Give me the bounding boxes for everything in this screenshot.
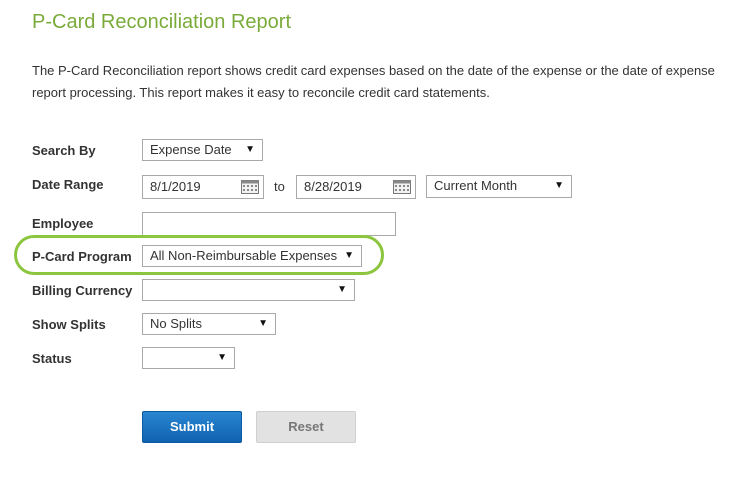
calendar-icon[interactable] <box>241 180 259 194</box>
chevron-down-icon: ▼ <box>344 250 354 261</box>
end-date-value: 8/28/2019 <box>304 179 362 194</box>
search-by-value: Expense Date <box>150 142 232 157</box>
employee-label: Employee <box>32 216 94 231</box>
end-date-field[interactable]: 8/28/2019 <box>296 175 416 199</box>
calendar-icon[interactable] <box>393 180 411 194</box>
status-select[interactable]: ▼ <box>142 347 235 369</box>
show-splits-label: Show Splits <box>32 317 106 332</box>
reset-button[interactable]: Reset <box>256 411 356 443</box>
show-splits-value: No Splits <box>150 316 203 331</box>
show-splits-select[interactable]: No Splits ▼ <box>142 313 276 335</box>
billing-currency-label: Billing Currency <box>32 283 133 298</box>
pcard-program-label: P-Card Program <box>32 249 132 264</box>
date-period-value: Current Month <box>434 178 518 193</box>
chevron-down-icon: ▼ <box>258 318 268 329</box>
date-range-label: Date Range <box>32 177 104 192</box>
pcard-program-value: All Non-Reimbursable Expenses <box>150 248 338 263</box>
search-by-select[interactable]: Expense Date ▼ <box>142 139 263 161</box>
chevron-down-icon: ▼ <box>337 284 347 295</box>
page-description: The P-Card Reconciliation report shows c… <box>32 63 715 100</box>
submit-button[interactable]: Submit <box>142 411 242 443</box>
employee-field[interactable] <box>142 212 396 236</box>
start-date-field[interactable]: 8/1/2019 <box>142 175 264 199</box>
date-range-to: to <box>274 179 285 194</box>
date-period-select[interactable]: Current Month ▼ <box>426 175 572 198</box>
chevron-down-icon: ▼ <box>554 180 564 191</box>
pcard-program-select[interactable]: All Non-Reimbursable Expenses ▼ <box>142 245 362 267</box>
start-date-value: 8/1/2019 <box>150 179 201 194</box>
chevron-down-icon: ▼ <box>217 352 227 363</box>
chevron-down-icon: ▼ <box>245 144 255 155</box>
billing-currency-select[interactable]: ▼ <box>142 279 355 301</box>
status-label: Status <box>32 351 72 366</box>
search-by-label: Search By <box>32 143 96 158</box>
page-title: P-Card Reconciliation Report <box>32 11 292 33</box>
